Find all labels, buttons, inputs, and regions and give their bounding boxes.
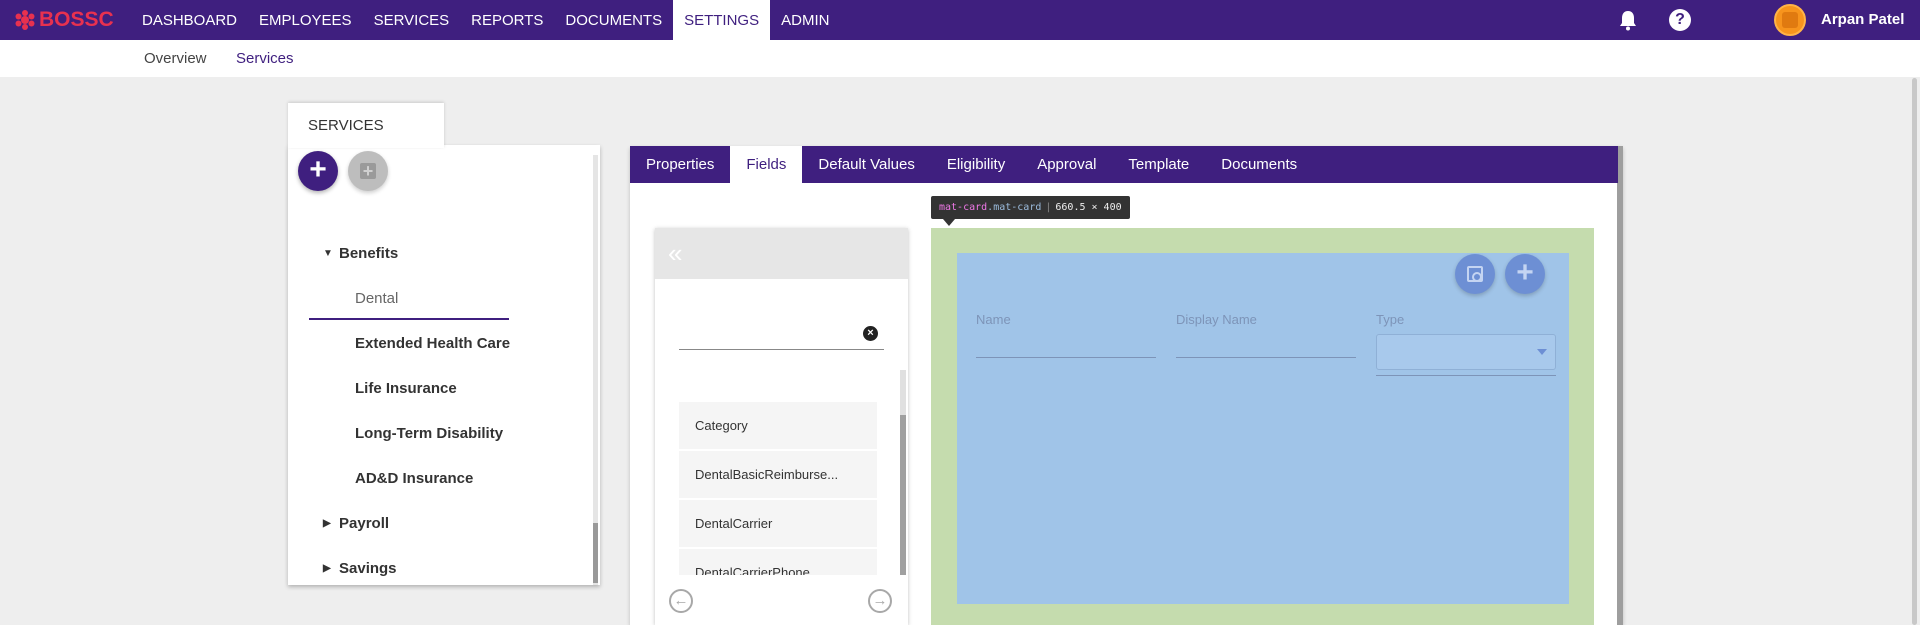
fields-search-input[interactable] [679, 318, 884, 350]
list-item[interactable]: DentalBasicReimburse... [679, 451, 877, 498]
arrow-left-icon[interactable]: ← [669, 589, 693, 613]
nav-dashboard[interactable]: DASHBOARD [131, 0, 248, 40]
nav-reports[interactable]: REPORTS [460, 0, 554, 40]
field-editor-card [957, 253, 1569, 604]
add-field-button[interactable]: + [1505, 254, 1545, 294]
brand-logo[interactable]: BOSSC [14, 8, 114, 32]
selected-underline [309, 318, 509, 320]
tree-item-add-insurance[interactable]: AD&D Insurance [355, 470, 473, 487]
subnav-overview[interactable]: Overview [144, 50, 207, 67]
tree-group-label: Payroll [339, 515, 390, 532]
list-item[interactable]: Category [679, 402, 877, 449]
top-nav-bar: BOSSC DASHBOARD EMPLOYEES SERVICES REPOR… [0, 0, 1920, 40]
name-field[interactable] [976, 357, 1156, 358]
nav-admin[interactable]: ADMIN [770, 0, 840, 40]
name-field-label: Name [976, 312, 1011, 327]
user-name[interactable]: Arpan Patel [1821, 11, 1904, 28]
devtools-tooltip: mat-card.mat-card | 660.5 × 400 [931, 196, 1130, 219]
tooltip-selector-tag: mat-card [939, 202, 988, 213]
tree-item-long-term-disability[interactable]: Long-Term Disability [355, 425, 503, 442]
tree-item-extended-health-care[interactable]: Extended Health Care [355, 335, 510, 352]
clear-search-icon[interactable]: × [863, 326, 878, 341]
tree-group-payroll[interactable]: ▶ Payroll [323, 515, 389, 532]
logo-icon [15, 10, 35, 30]
main-nav: DASHBOARD EMPLOYEES SERVICES REPORTS DOC… [131, 0, 840, 40]
tooltip-selector-class: .mat-card [987, 202, 1042, 213]
nav-services[interactable]: SERVICES [363, 0, 461, 40]
services-panel-title: SERVICES [308, 117, 384, 134]
double-chevron-left-icon[interactable]: « [668, 240, 682, 266]
tab-eligibility[interactable]: Eligibility [931, 146, 1021, 183]
caret-right-icon: ▶ [323, 518, 331, 529]
brand-name: BOSSC [39, 8, 114, 31]
tree-item-dental[interactable]: Dental [355, 290, 398, 307]
page-scrollbar[interactable] [1912, 78, 1917, 625]
tab-template[interactable]: Template [1112, 146, 1205, 183]
tooltip-arrow [943, 219, 955, 226]
arrow-right-icon[interactable]: → [868, 589, 892, 613]
tooltip-separator: | [1045, 202, 1052, 213]
sub-nav-bar: Overview Services [0, 40, 1920, 77]
fields-list: Category DentalBasicReimburse... DentalC… [679, 402, 877, 575]
tree-item-life-insurance[interactable]: Life Insurance [355, 380, 457, 397]
nav-documents[interactable]: DOCUMENTS [554, 0, 673, 40]
chevron-down-icon [1537, 349, 1547, 355]
tree-scrollbar-thumb[interactable] [593, 523, 598, 583]
list-item[interactable]: DentalCarrierPhone [679, 549, 877, 575]
type-field-label: Type [1376, 312, 1405, 327]
save-icon [1467, 266, 1483, 282]
tree-group-label: Benefits [339, 245, 399, 262]
detail-panel-scrollbar[interactable] [1617, 146, 1623, 625]
add-service-button[interactable]: + [298, 151, 338, 191]
tooltip-size: 660.5 × 400 [1055, 202, 1122, 213]
nav-settings[interactable]: SETTINGS [673, 0, 771, 40]
save-field-button[interactable] [1455, 254, 1495, 294]
type-select[interactable] [1376, 334, 1556, 370]
help-icon[interactable]: ? [1669, 9, 1691, 31]
nav-employees[interactable]: EMPLOYEES [248, 0, 363, 40]
fields-list-header [655, 228, 908, 279]
services-panel-tab: SERVICES [288, 103, 444, 148]
tree-group-savings[interactable]: ▶ Savings [323, 560, 397, 577]
detail-tabs: Properties Fields Default Values Eligibi… [630, 146, 1618, 183]
bell-icon[interactable] [1617, 9, 1639, 31]
type-field-underline [1376, 375, 1556, 376]
display-name-field-label: Display Name [1176, 312, 1257, 327]
list-item[interactable]: DentalCarrier [679, 500, 877, 547]
tab-fields[interactable]: Fields [730, 146, 803, 183]
tab-properties[interactable]: Properties [630, 146, 730, 183]
tree-scrollbar-track[interactable] [593, 155, 598, 585]
caret-down-icon: ▼ [323, 248, 333, 259]
duplicate-service-button[interactable] [348, 151, 388, 191]
tree-group-label: Savings [339, 560, 397, 577]
tab-default-values[interactable]: Default Values [802, 146, 930, 183]
tab-documents[interactable]: Documents [1205, 146, 1313, 183]
tab-approval[interactable]: Approval [1021, 146, 1112, 183]
caret-right-icon: ▶ [323, 563, 331, 574]
tree-group-benefits[interactable]: ▼ Benefits [323, 245, 398, 262]
display-name-field[interactable] [1176, 357, 1356, 358]
subnav-services[interactable]: Services [236, 50, 294, 67]
fields-scrollbar-thumb[interactable] [900, 415, 906, 575]
avatar[interactable] [1774, 4, 1806, 36]
